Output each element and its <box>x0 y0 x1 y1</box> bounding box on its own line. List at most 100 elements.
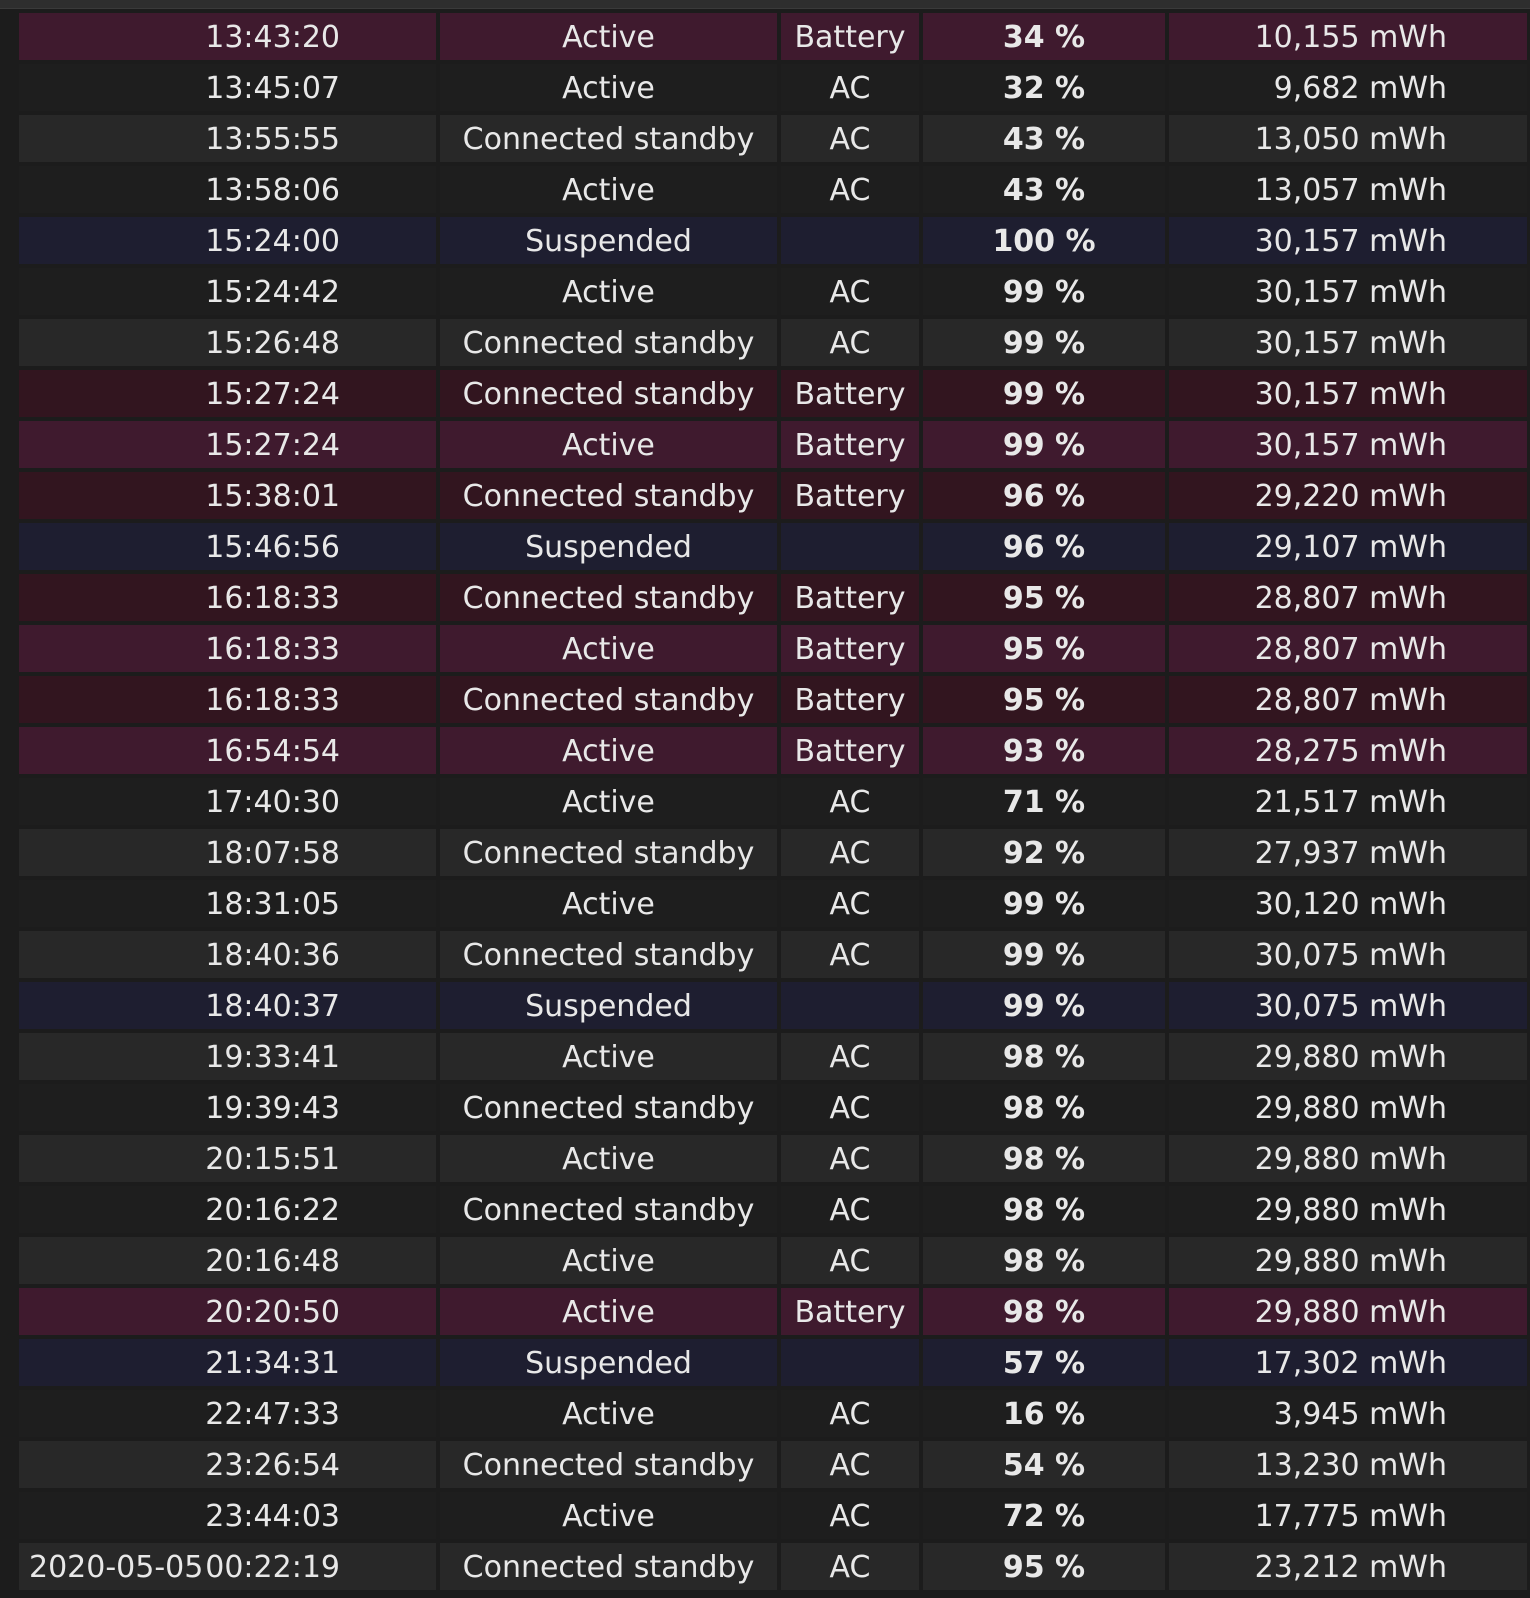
table-row[interactable]: 18:31:05 Active AC 99 % 30,120 mWh <box>19 880 1527 927</box>
time-label: 19:33:41 <box>205 1040 340 1075</box>
state-cell: Connected standby <box>440 574 777 621</box>
table-row[interactable]: 18:07:58 Connected standby AC 92 % 27,937 mW… <box>19 829 1527 876</box>
table-row[interactable]: 15:24:42 Active AC 99 % 30,157 mWh <box>19 268 1527 315</box>
time-label: 13:58:06 <box>205 173 340 208</box>
state-cell: Active <box>440 1390 777 1437</box>
time-cell: 17:40:30 <box>19 778 436 825</box>
table-row[interactable]: 20:20:50 Active Battery 98 % 29,880 mWh <box>19 1288 1527 1335</box>
capacity-cell: 13,230 mWh <box>1169 1441 1527 1488</box>
table-row[interactable]: 13:43:20 Active Battery 34 % 10,155 mWh <box>19 13 1527 60</box>
table-row[interactable]: 15:38:01 Connected standby Battery 96 % 29,2… <box>19 472 1527 519</box>
table-row[interactable]: 20:16:22 Connected standby AC 98 % 29,880 mW… <box>19 1186 1527 1233</box>
time-cell: 13:43:20 <box>19 13 436 60</box>
table-row[interactable]: 16:54:54 Active Battery 93 % 28,275 mWh <box>19 727 1527 774</box>
table-row[interactable]: 16:18:33 Connected standby Battery 95 % 28,8… <box>19 676 1527 723</box>
state-cell: Active <box>440 1492 777 1539</box>
source-cell: Battery <box>781 676 919 723</box>
capacity-cell: 30,157 mWh <box>1169 370 1527 417</box>
table-row[interactable]: 21:34:31 Suspended 57 % 17,302 mWh <box>19 1339 1527 1386</box>
state-cell: Connected standby <box>440 676 777 723</box>
state-cell: Active <box>440 1237 777 1284</box>
source-cell: AC <box>781 1135 919 1182</box>
table-row[interactable]: 19:39:43 Connected standby AC 98 % 29,880 mW… <box>19 1084 1527 1131</box>
source-cell: AC <box>781 64 919 111</box>
table-row[interactable]: 15:27:24 Active Battery 99 % 30,157 mWh <box>19 421 1527 468</box>
time-label: 15:26:48 <box>205 326 340 361</box>
table-row[interactable]: 15:24:00 Suspended 100 % 30,157 mWh <box>19 217 1527 264</box>
table-row[interactable]: 22:47:33 Active AC 16 % 3,945 mWh <box>19 1390 1527 1437</box>
state-cell: Active <box>440 778 777 825</box>
time-label: 18:40:37 <box>205 989 340 1024</box>
percent-cell: 95 % <box>923 1543 1165 1590</box>
table-row[interactable]: 15:27:24 Connected standby Battery 99 % 30,1… <box>19 370 1527 417</box>
source-cell: AC <box>781 931 919 978</box>
table-row[interactable]: 23:26:54 Connected standby AC 54 % 13,230 mW… <box>19 1441 1527 1488</box>
capacity-cell: 28,807 mWh <box>1169 574 1527 621</box>
percent-cell: 34 % <box>923 13 1165 60</box>
top-scroll-edge <box>0 0 1530 9</box>
percent-cell: 32 % <box>923 64 1165 111</box>
source-cell: Battery <box>781 1288 919 1335</box>
table-row[interactable]: 19:33:41 Active AC 98 % 29,880 mWh <box>19 1033 1527 1080</box>
table-row[interactable]: 18:40:36 Connected standby AC 99 % 30,075 mW… <box>19 931 1527 978</box>
source-cell: AC <box>781 1441 919 1488</box>
percent-cell: 98 % <box>923 1033 1165 1080</box>
source-cell: Battery <box>781 574 919 621</box>
time-cell: 15:27:24 <box>19 421 436 468</box>
source-cell: Battery <box>781 472 919 519</box>
table-row[interactable]: 15:26:48 Connected standby AC 99 % 30,157 mW… <box>19 319 1527 366</box>
source-cell: AC <box>781 829 919 876</box>
table-row[interactable]: 20:15:51 Active AC 98 % 29,880 mWh <box>19 1135 1527 1182</box>
state-cell: Active <box>440 1288 777 1335</box>
capacity-cell: 17,302 mWh <box>1169 1339 1527 1386</box>
source-cell: AC <box>781 1237 919 1284</box>
table-row[interactable]: 18:40:37 Suspended 99 % 30,075 mWh <box>19 982 1527 1029</box>
percent-cell: 96 % <box>923 472 1165 519</box>
capacity-cell: 30,157 mWh <box>1169 217 1527 264</box>
capacity-cell: 13,057 mWh <box>1169 166 1527 213</box>
time-cell: 15:24:00 <box>19 217 436 264</box>
table-row[interactable]: 2020-05-05 00:22:19 Connected standby AC 95 … <box>19 1543 1527 1590</box>
time-cell: 20:16:48 <box>19 1237 436 1284</box>
time-cell: 16:18:33 <box>19 676 436 723</box>
table-row[interactable]: 13:55:55 Connected standby AC 43 % 13,050 mW… <box>19 115 1527 162</box>
source-cell <box>781 217 919 264</box>
capacity-cell: 30,075 mWh <box>1169 982 1527 1029</box>
capacity-cell: 23,212 mWh <box>1169 1543 1527 1590</box>
time-label: 20:16:48 <box>205 1244 340 1279</box>
capacity-cell: 9,682 mWh <box>1169 64 1527 111</box>
source-cell: Battery <box>781 421 919 468</box>
time-cell: 22:47:33 <box>19 1390 436 1437</box>
time-label: 20:15:51 <box>205 1142 340 1177</box>
table-row[interactable]: 16:18:33 Connected standby Battery 95 % 28,8… <box>19 574 1527 621</box>
capacity-cell: 21,517 mWh <box>1169 778 1527 825</box>
state-cell: Connected standby <box>440 1543 777 1590</box>
table-row[interactable]: 23:44:03 Active AC 72 % 17,775 mWh <box>19 1492 1527 1539</box>
state-cell: Active <box>440 268 777 315</box>
state-cell: Suspended <box>440 523 777 570</box>
percent-cell: 96 % <box>923 523 1165 570</box>
capacity-cell: 29,220 mWh <box>1169 472 1527 519</box>
time-label: 16:54:54 <box>205 734 340 769</box>
time-label: 00:22:19 <box>205 1550 340 1585</box>
percent-cell: 100 % <box>923 217 1165 264</box>
capacity-cell: 27,937 mWh <box>1169 829 1527 876</box>
percent-cell: 95 % <box>923 574 1165 621</box>
table-row[interactable]: 16:18:33 Active Battery 95 % 28,807 mWh <box>19 625 1527 672</box>
table-row[interactable]: 20:16:48 Active AC 98 % 29,880 mWh <box>19 1237 1527 1284</box>
table-row[interactable]: 13:45:07 Active AC 32 % 9,682 mWh <box>19 64 1527 111</box>
source-cell: AC <box>781 778 919 825</box>
table-row[interactable]: 13:58:06 Active AC 43 % 13,057 mWh <box>19 166 1527 213</box>
time-cell: 23:26:54 <box>19 1441 436 1488</box>
time-cell: 23:44:03 <box>19 1492 436 1539</box>
time-label: 13:45:07 <box>205 71 340 106</box>
source-cell: AC <box>781 1033 919 1080</box>
state-cell: Connected standby <box>440 1186 777 1233</box>
table-row[interactable]: 15:46:56 Suspended 96 % 29,107 mWh <box>19 523 1527 570</box>
time-label: 15:27:24 <box>205 377 340 412</box>
capacity-cell: 29,107 mWh <box>1169 523 1527 570</box>
percent-cell: 95 % <box>923 625 1165 672</box>
table-row[interactable]: 17:40:30 Active AC 71 % 21,517 mWh <box>19 778 1527 825</box>
capacity-cell: 29,880 mWh <box>1169 1084 1527 1131</box>
time-label: 20:16:22 <box>205 1193 340 1228</box>
